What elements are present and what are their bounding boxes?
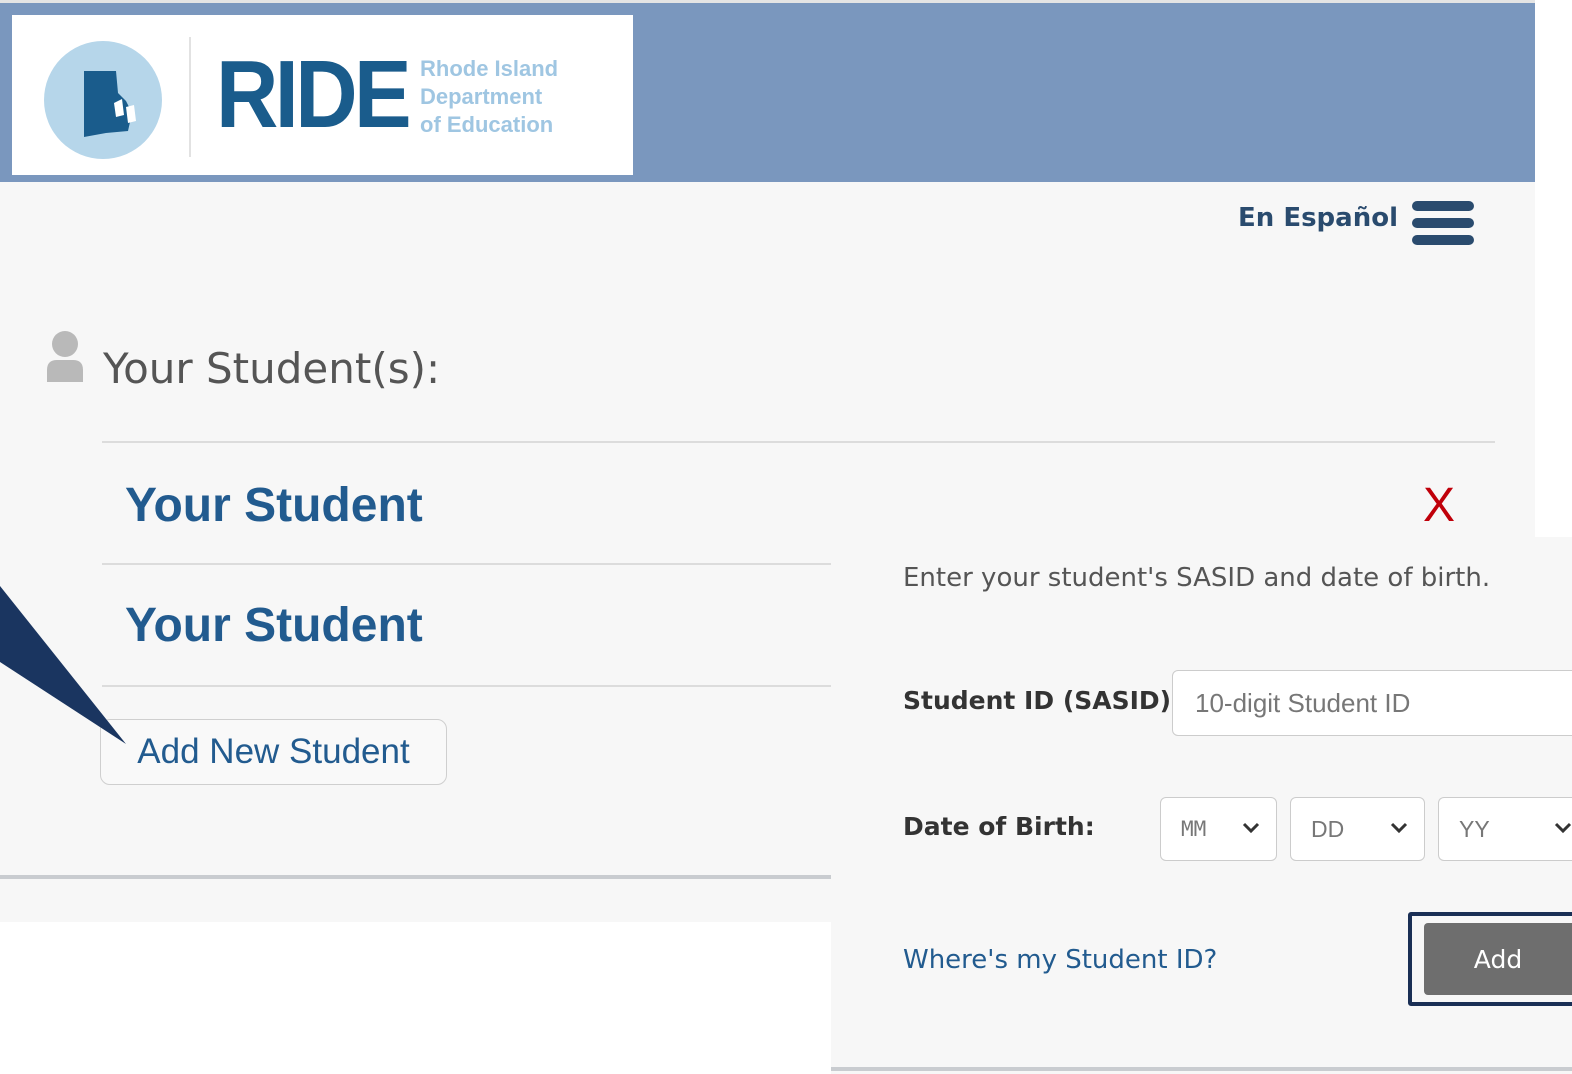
dob-month-select[interactable]: MM bbox=[1160, 797, 1277, 861]
form-instruction: Enter your student's SASID and date of b… bbox=[903, 563, 1491, 593]
person-icon bbox=[47, 331, 83, 382]
hamburger-menu-icon[interactable] bbox=[1412, 201, 1474, 247]
rhode-island-state-icon bbox=[84, 71, 136, 137]
logo-subtitle-line: Department bbox=[420, 84, 543, 109]
chevron-down-icon bbox=[1242, 822, 1260, 834]
where-is-student-id-link[interactable]: Where's my Student ID? bbox=[903, 945, 1217, 975]
student-link[interactable]: Your Student bbox=[125, 598, 423, 653]
dob-year-value: YY bbox=[1459, 815, 1490, 842]
dob-label: Date of Birth: bbox=[903, 812, 1095, 841]
panel-bottom-border bbox=[831, 1067, 1572, 1071]
chevron-down-icon bbox=[1554, 822, 1572, 834]
chevron-down-icon bbox=[1390, 822, 1408, 834]
logo-subtitle-line: Rhode Island bbox=[420, 56, 559, 81]
dob-day-select[interactable]: DD bbox=[1290, 797, 1425, 861]
callout-pointer bbox=[0, 586, 126, 744]
sasid-label: Student ID (SASID): bbox=[903, 686, 1182, 715]
dob-day-value: DD bbox=[1311, 815, 1345, 842]
logo-subtitle: Rhode Island Department of Education bbox=[420, 55, 558, 139]
ride-logo[interactable]: RIDE Rhode Island Department of Educatio… bbox=[12, 15, 633, 175]
students-heading: Your Student(s): bbox=[103, 344, 441, 393]
page-bottom-border bbox=[0, 875, 831, 879]
divider bbox=[102, 563, 831, 565]
remove-student-button[interactable]: X bbox=[1423, 478, 1455, 533]
dob-month-value: MM bbox=[1181, 817, 1207, 841]
add-button[interactable]: Add bbox=[1424, 923, 1572, 995]
add-new-student-button[interactable]: Add New Student bbox=[100, 719, 447, 785]
site-header: RIDE Rhode Island Department of Educatio… bbox=[0, 0, 1535, 182]
language-toggle-link[interactable]: En Español bbox=[1238, 203, 1398, 233]
logo-divider bbox=[189, 37, 191, 157]
student-link[interactable]: Your Student bbox=[125, 478, 423, 533]
dob-year-select[interactable]: YY bbox=[1438, 797, 1572, 861]
logo-wordmark: RIDE bbox=[216, 41, 412, 148]
logo-subtitle-line: of Education bbox=[420, 112, 554, 137]
sasid-input[interactable] bbox=[1172, 670, 1572, 736]
divider bbox=[102, 441, 1495, 443]
divider bbox=[102, 685, 831, 687]
